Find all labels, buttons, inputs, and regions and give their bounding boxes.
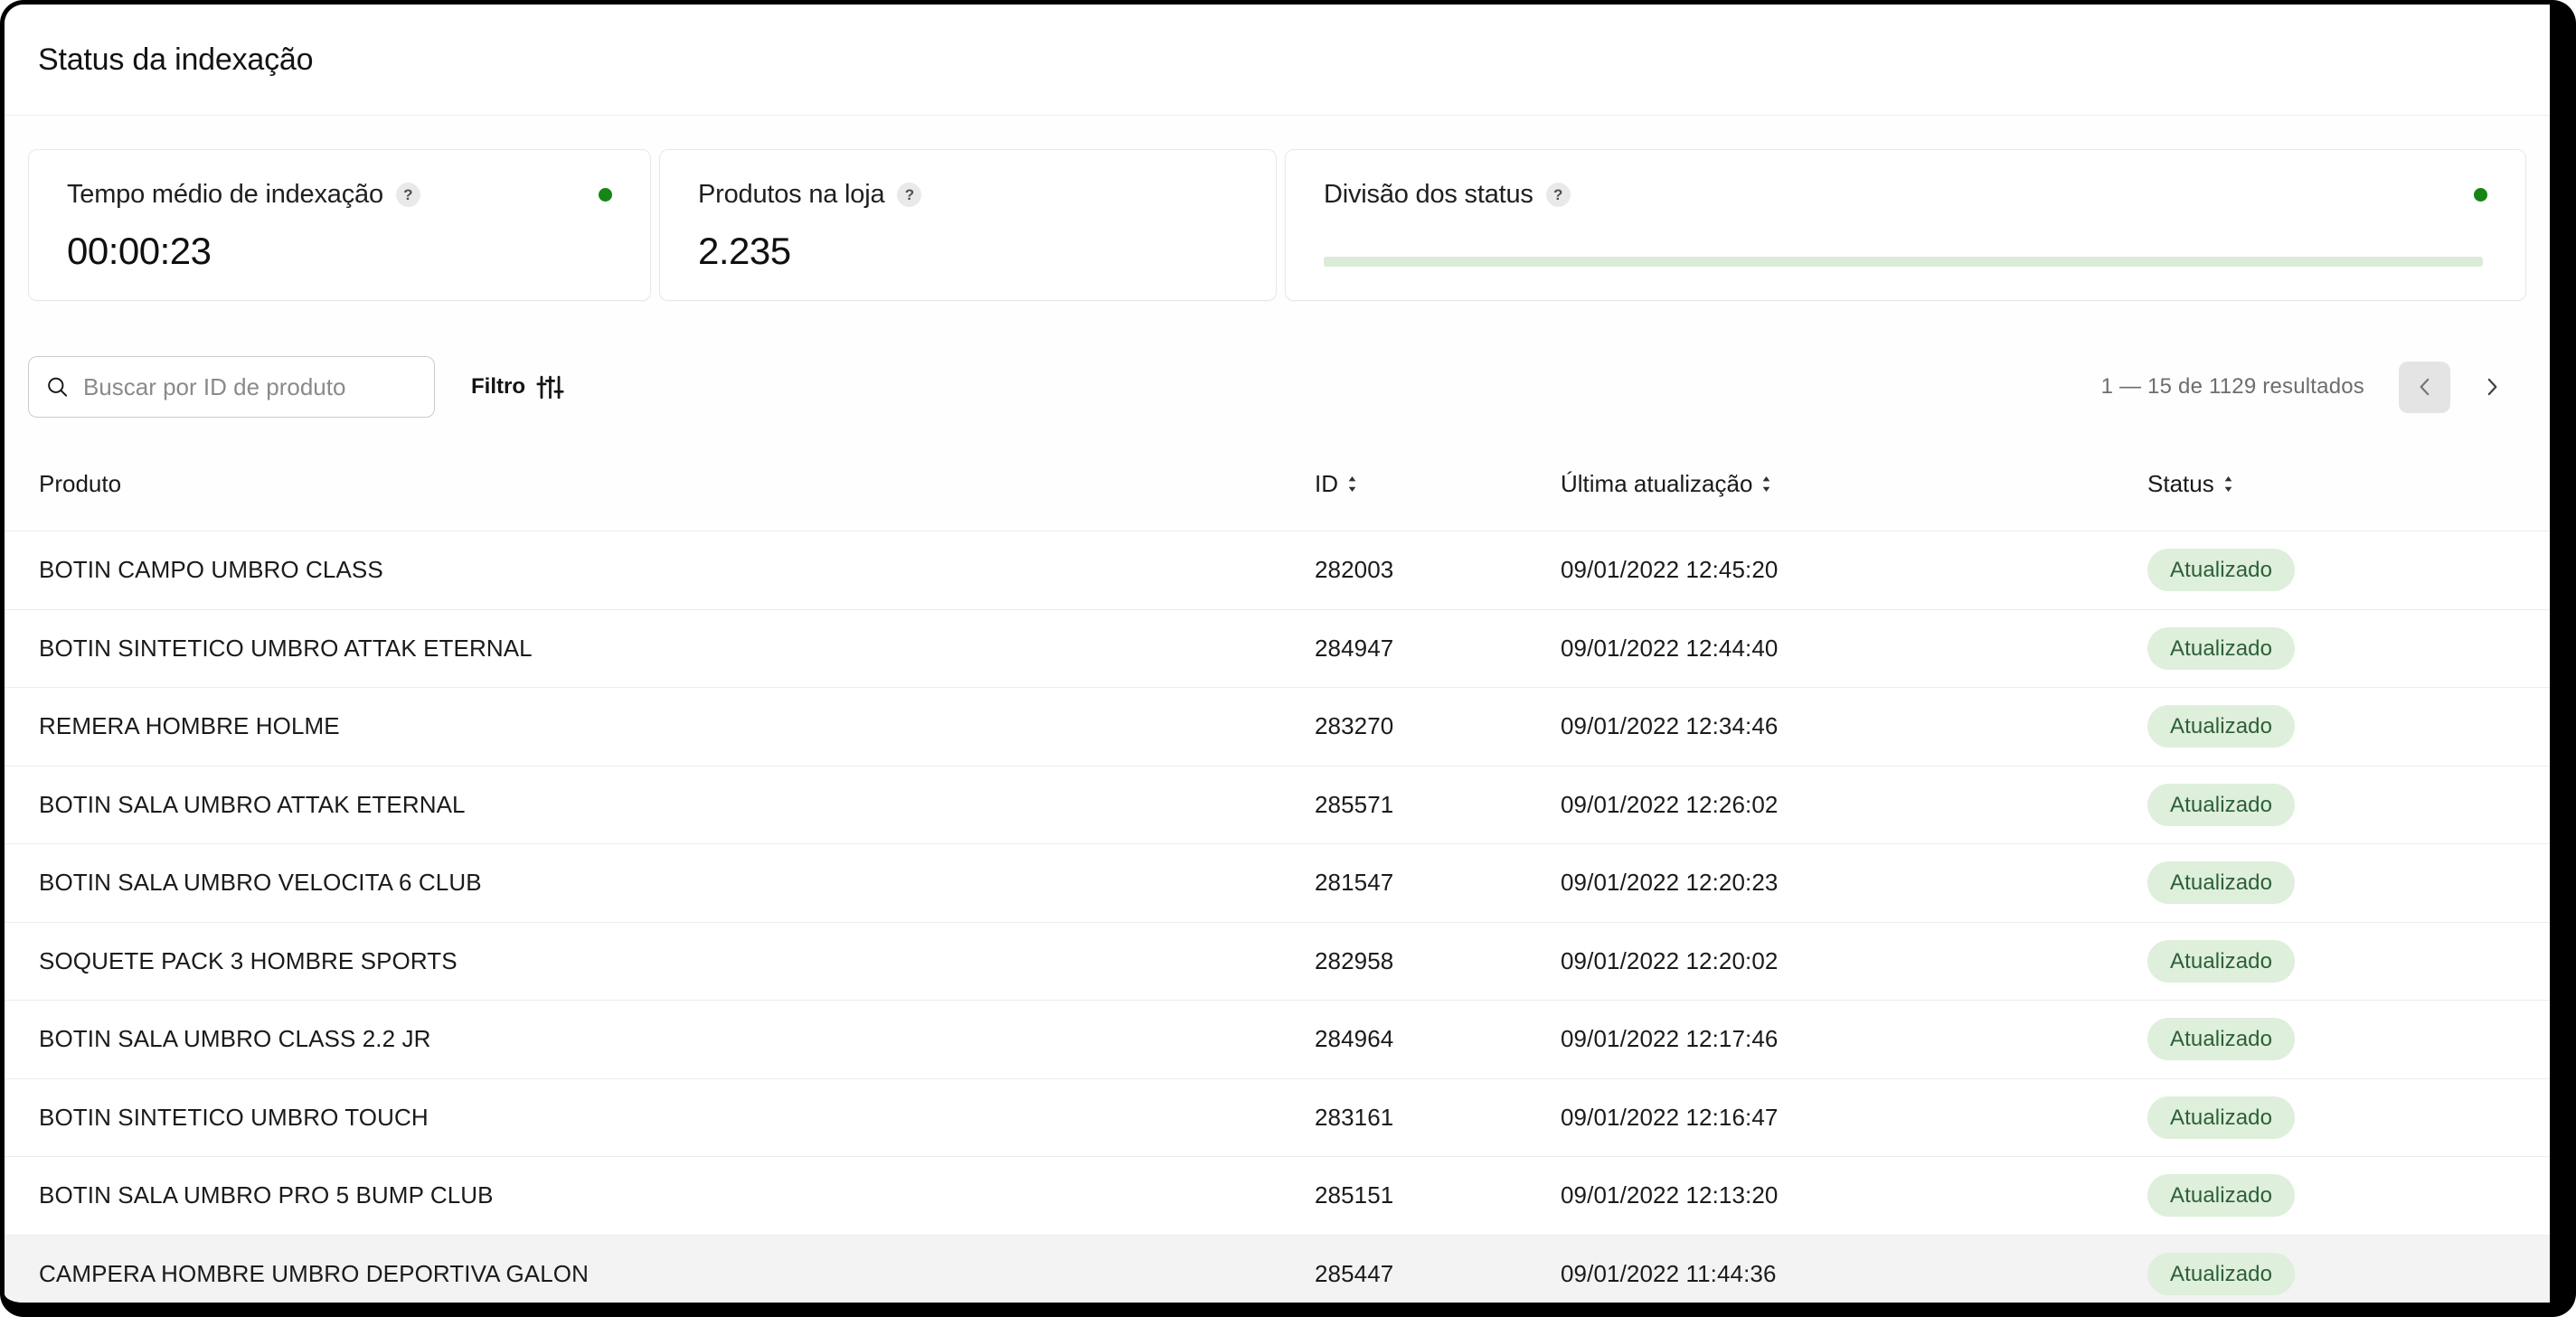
product-id: 284964	[1315, 1025, 1561, 1053]
status-distribution-bar	[1324, 257, 2483, 267]
product-id: 285571	[1315, 791, 1561, 819]
sort-icon[interactable]	[1347, 476, 1357, 492]
status-badge: Atualizado	[2147, 549, 2295, 591]
next-page-button[interactable]	[2474, 362, 2510, 413]
pagination-summary: 1 — 15 de 1129 resultados	[2101, 374, 2364, 400]
filter-sliders-icon	[536, 373, 564, 401]
product-name: CAMPERA HOMBRE UMBRO DEPORTIVA GALON	[39, 1260, 1315, 1288]
table-row[interactable]: BOTIN SALA UMBRO CLASS 2.2 JR 284964 09/…	[5, 1001, 2550, 1079]
product-name: BOTIN SINTETICO UMBRO ATTAK ETERNAL	[39, 635, 1315, 663]
table-row[interactable]: BOTIN SALA UMBRO PRO 5 BUMP CLUB 285151 …	[5, 1157, 2550, 1236]
search-input[interactable]	[83, 373, 418, 401]
card-title: Divisão dos status	[1324, 180, 1533, 210]
card-value: 2.235	[698, 230, 1238, 273]
last-updated: 09/01/2022 12:45:20	[1561, 556, 2147, 584]
table-row[interactable]: BOTIN CAMPO UMBRO CLASS 282003 09/01/202…	[5, 532, 2550, 610]
sort-icon[interactable]	[1761, 476, 1771, 492]
status-badge: Atualizado	[2147, 861, 2295, 904]
table-toolbar: Filtro 1 — 15 de 1129 resultados	[5, 356, 2550, 418]
status-badge: Atualizado	[2147, 1096, 2295, 1139]
table-row[interactable]: SOQUETE PACK 3 HOMBRE SPORTS 282958 09/0…	[5, 923, 2550, 1002]
last-updated: 09/01/2022 12:13:20	[1561, 1181, 2147, 1209]
sort-icon[interactable]	[2223, 476, 2233, 492]
column-header-ultima-atualizacao[interactable]: Última atualização	[1561, 470, 2147, 498]
pagination: 1 — 15 de 1129 resultados	[2101, 362, 2510, 413]
chevron-left-icon	[2413, 375, 2437, 399]
product-name: BOTIN SINTETICO UMBRO TOUCH	[39, 1104, 1315, 1132]
last-updated: 09/01/2022 12:20:02	[1561, 947, 2147, 975]
product-name: BOTIN SALA UMBRO ATTAK ETERNAL	[39, 791, 1315, 819]
help-icon[interactable]: ?	[897, 183, 921, 207]
help-icon[interactable]: ?	[1546, 183, 1571, 207]
product-id: 284947	[1315, 635, 1561, 663]
app-window: Status da indexação Tempo médio de index…	[0, 0, 2576, 1317]
product-id: 283270	[1315, 712, 1561, 740]
product-id: 282958	[1315, 947, 1561, 975]
search-icon	[45, 373, 70, 400]
product-id: 282003	[1315, 556, 1561, 584]
last-updated: 09/01/2022 12:20:23	[1561, 869, 2147, 897]
chevron-right-icon	[2480, 375, 2504, 399]
status-distribution-bar-fill	[1324, 257, 2483, 267]
table-row[interactable]: BOTIN SALA UMBRO ATTAK ETERNAL 285571 09…	[5, 767, 2550, 845]
product-name: BOTIN CAMPO UMBRO CLASS	[39, 556, 1315, 584]
status-dot-icon	[599, 188, 612, 202]
status-badge: Atualizado	[2147, 1018, 2295, 1060]
product-name: BOTIN SALA UMBRO VELOCITA 6 CLUB	[39, 869, 1315, 897]
table-row[interactable]: CAMPERA HOMBRE UMBRO DEPORTIVA GALON 285…	[5, 1236, 2550, 1314]
product-name: SOQUETE PACK 3 HOMBRE SPORTS	[39, 947, 1315, 975]
last-updated: 09/01/2022 11:44:36	[1561, 1260, 2147, 1288]
status-badge: Atualizado	[2147, 627, 2295, 670]
table-header-row: Produto ID Última atualização Status	[5, 418, 2550, 532]
column-header-status[interactable]: Status	[2147, 470, 2550, 498]
table-body: BOTIN CAMPO UMBRO CLASS 282003 09/01/202…	[5, 532, 2550, 1313]
table-row[interactable]: BOTIN SALA UMBRO VELOCITA 6 CLUB 281547 …	[5, 844, 2550, 923]
card-value: 00:00:23	[67, 230, 612, 273]
product-name: BOTIN SALA UMBRO CLASS 2.2 JR	[39, 1025, 1315, 1053]
card-title: Tempo médio de indexação	[67, 180, 383, 210]
last-updated: 09/01/2022 12:26:02	[1561, 791, 2147, 819]
last-updated: 09/01/2022 12:34:46	[1561, 712, 2147, 740]
product-name: REMERA HOMBRE HOLME	[39, 712, 1315, 740]
status-badge: Atualizado	[2147, 1174, 2295, 1217]
help-icon[interactable]: ?	[396, 183, 420, 207]
card-products-in-store: Produtos na loja ? 2.235	[659, 149, 1277, 301]
table-row[interactable]: BOTIN SINTETICO UMBRO TOUCH 283161 09/01…	[5, 1079, 2550, 1158]
page-title: Status da indexação	[38, 42, 313, 78]
column-header-id[interactable]: ID	[1315, 470, 1561, 498]
status-badge: Atualizado	[2147, 784, 2295, 826]
last-updated: 09/01/2022 12:44:40	[1561, 635, 2147, 663]
page-header: Status da indexação	[5, 5, 2550, 116]
product-name: BOTIN SALA UMBRO PRO 5 BUMP CLUB	[39, 1181, 1315, 1209]
product-id: 285447	[1315, 1260, 1561, 1288]
card-status-distribution: Divisão dos status ?	[1285, 149, 2526, 301]
last-updated: 09/01/2022 12:16:47	[1561, 1104, 2147, 1132]
search-box[interactable]	[28, 356, 435, 418]
products-table: Produto ID Última atualização Status	[5, 418, 2550, 1313]
status-badge: Atualizado	[2147, 705, 2295, 748]
filter-label: Filtro	[471, 374, 525, 400]
filter-button[interactable]: Filtro	[471, 373, 564, 401]
card-title: Produtos na loja	[698, 180, 884, 210]
last-updated: 09/01/2022 12:17:46	[1561, 1025, 2147, 1053]
column-header-produto: Produto	[39, 470, 1315, 498]
product-id: 281547	[1315, 869, 1561, 897]
status-dot-icon	[2474, 188, 2487, 202]
product-id: 283161	[1315, 1104, 1561, 1132]
status-badge: Atualizado	[2147, 940, 2295, 983]
table-row[interactable]: BOTIN SINTETICO UMBRO ATTAK ETERNAL 2849…	[5, 610, 2550, 689]
product-id: 285151	[1315, 1181, 1561, 1209]
table-row[interactable]: REMERA HOMBRE HOLME 283270 09/01/2022 12…	[5, 688, 2550, 767]
summary-cards: Tempo médio de indexação ? 00:00:23 Prod…	[5, 149, 2550, 301]
status-badge: Atualizado	[2147, 1253, 2295, 1295]
prev-page-button[interactable]	[2399, 362, 2450, 413]
card-avg-indexing-time: Tempo médio de indexação ? 00:00:23	[28, 149, 651, 301]
